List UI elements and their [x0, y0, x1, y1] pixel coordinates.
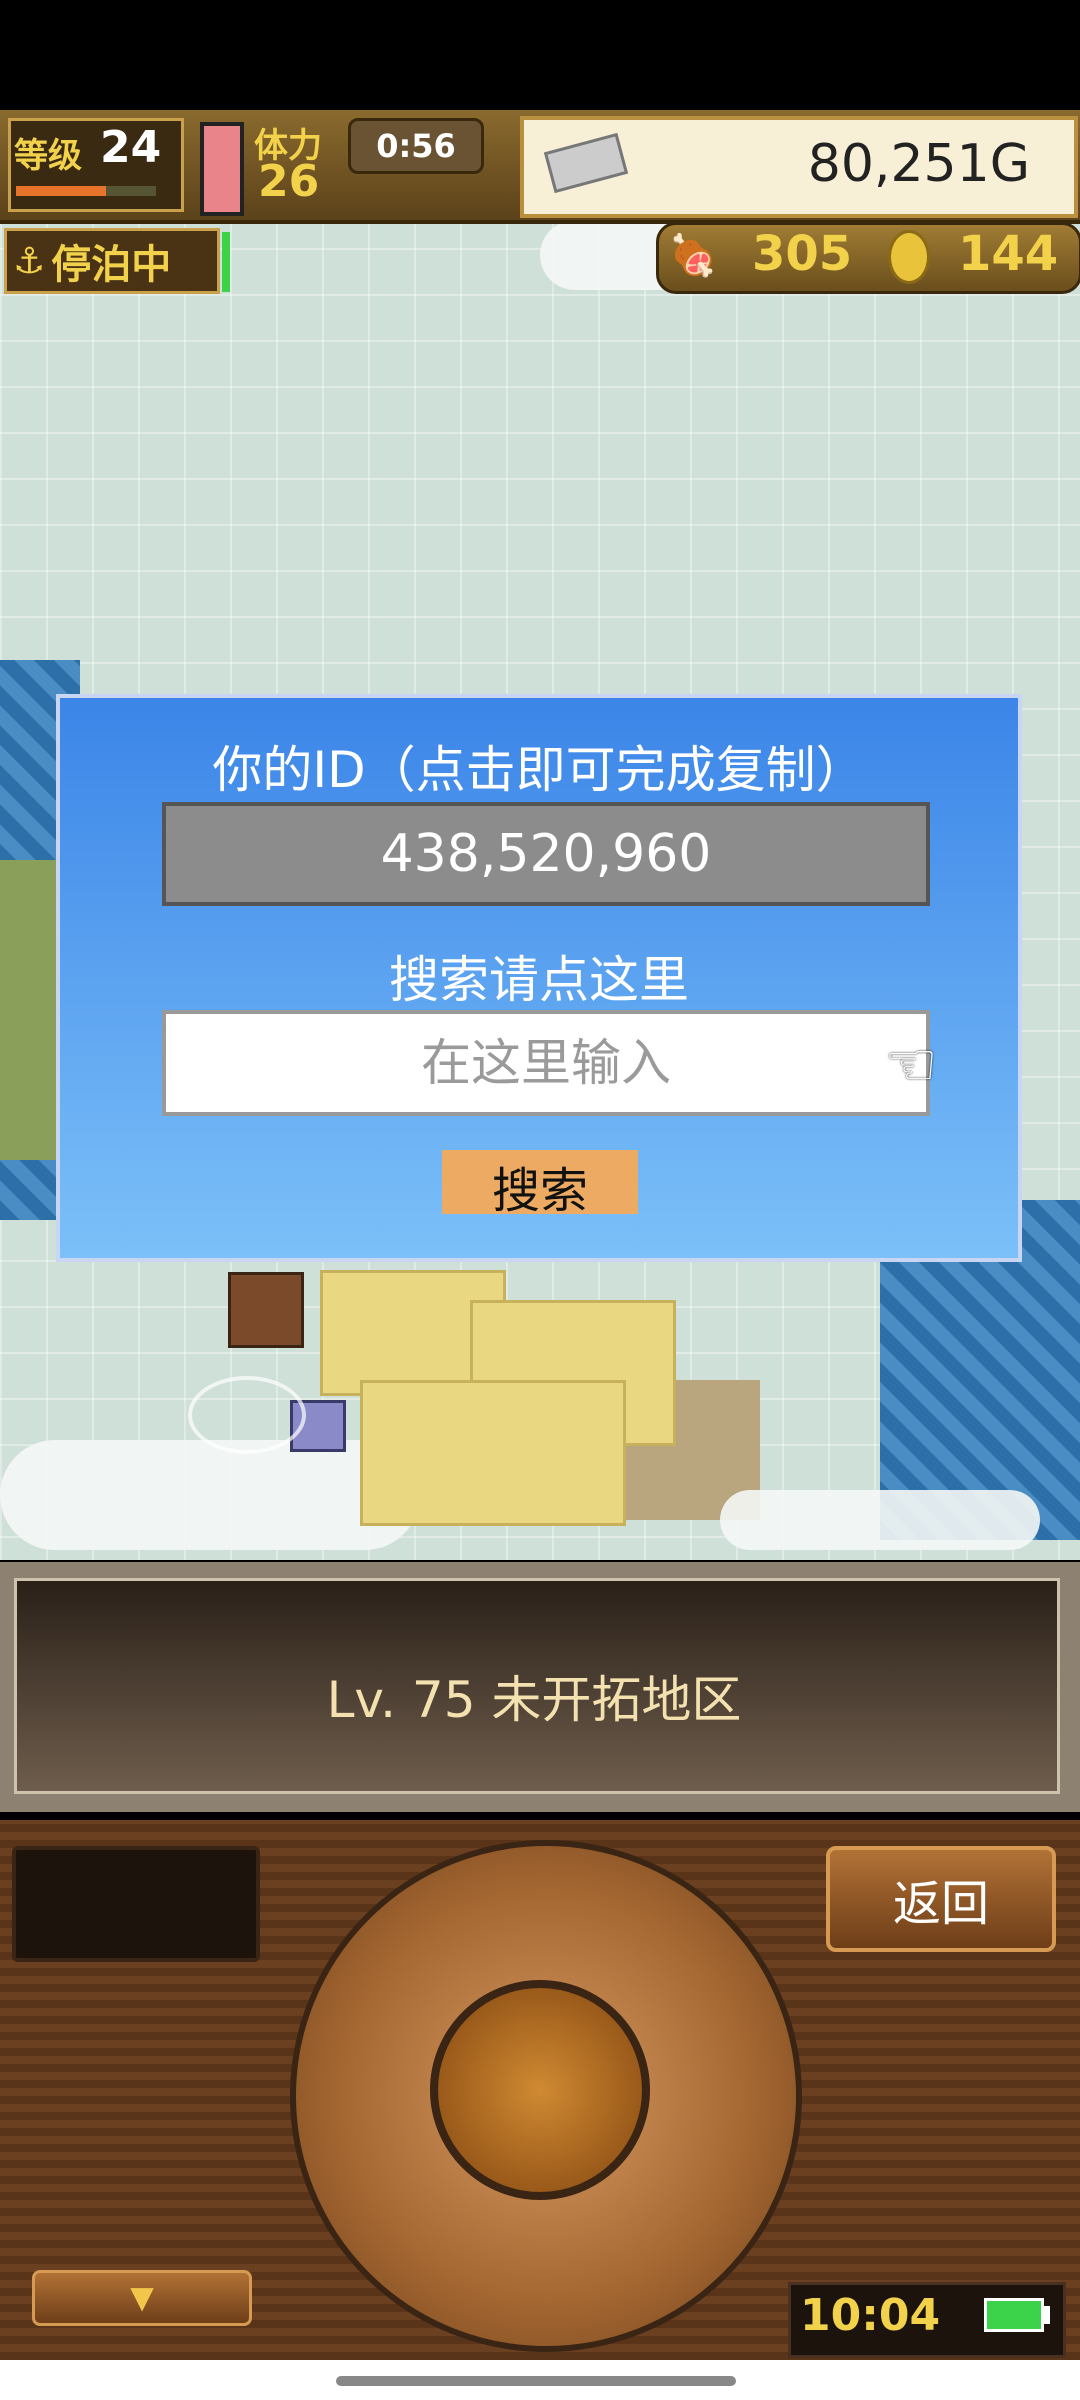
level-value: 24	[100, 122, 162, 173]
search-title: 搜索请点这里	[389, 951, 689, 1009]
stamina-timer: 0:56	[348, 118, 484, 174]
town-icon[interactable]	[228, 1272, 304, 1348]
stamina-bar	[200, 122, 244, 216]
dpad-center-button[interactable]	[430, 1980, 650, 2200]
menu-toggle-button[interactable]: ▼	[32, 2270, 252, 2326]
coin-icon	[888, 230, 930, 284]
search-button[interactable]: 搜索	[442, 1150, 638, 1219]
mini-screen	[12, 1846, 260, 1962]
search-input[interactable]	[162, 1010, 930, 1116]
dialog-title: 你的ID（点击即可完成复制）	[212, 741, 866, 799]
hay-field	[360, 1380, 626, 1526]
dpad-up-button[interactable]	[420, 1880, 660, 1990]
home-indicator[interactable]	[336, 2376, 736, 2386]
land-area-left	[0, 860, 60, 1160]
anchor-icon: ⚓	[13, 240, 46, 282]
battery-tip	[1044, 2306, 1050, 2324]
exp-bar-fill	[16, 186, 106, 196]
food-icon: 🍖	[668, 233, 718, 279]
area-info-text: Lv. 75 未开拓地区	[326, 1671, 742, 1729]
clock: 10:04	[800, 2290, 941, 2341]
coin-amount: 144	[958, 226, 1059, 282]
dpad-left-button[interactable]	[320, 1980, 430, 2180]
level-label: 等级	[14, 136, 82, 176]
status-indicator	[222, 232, 230, 292]
battery-icon	[984, 2298, 1044, 2332]
back-button[interactable]: 返回	[826, 1846, 1056, 1952]
ship-marker-icon	[188, 1376, 306, 1454]
dpad-down-button[interactable]	[420, 2190, 660, 2300]
player-id-box[interactable]: 438,520,960	[162, 802, 930, 906]
gold-amount: 80,251G	[807, 134, 1030, 194]
triangle-down-icon: ▼	[122, 2275, 162, 2320]
dpad-right-button[interactable]	[650, 1980, 760, 2180]
top-black-bar	[0, 0, 1080, 110]
anchored-status-label: 停泊中	[51, 242, 172, 288]
anchored-status-badge: ⚓ 停泊中	[4, 228, 220, 294]
cloud	[720, 1490, 1040, 1550]
pointing-hand-icon: ☜	[884, 1030, 938, 1100]
food-amount: 305	[752, 226, 853, 282]
stamina-value: 26	[258, 156, 320, 207]
cloud	[0, 1440, 420, 1550]
